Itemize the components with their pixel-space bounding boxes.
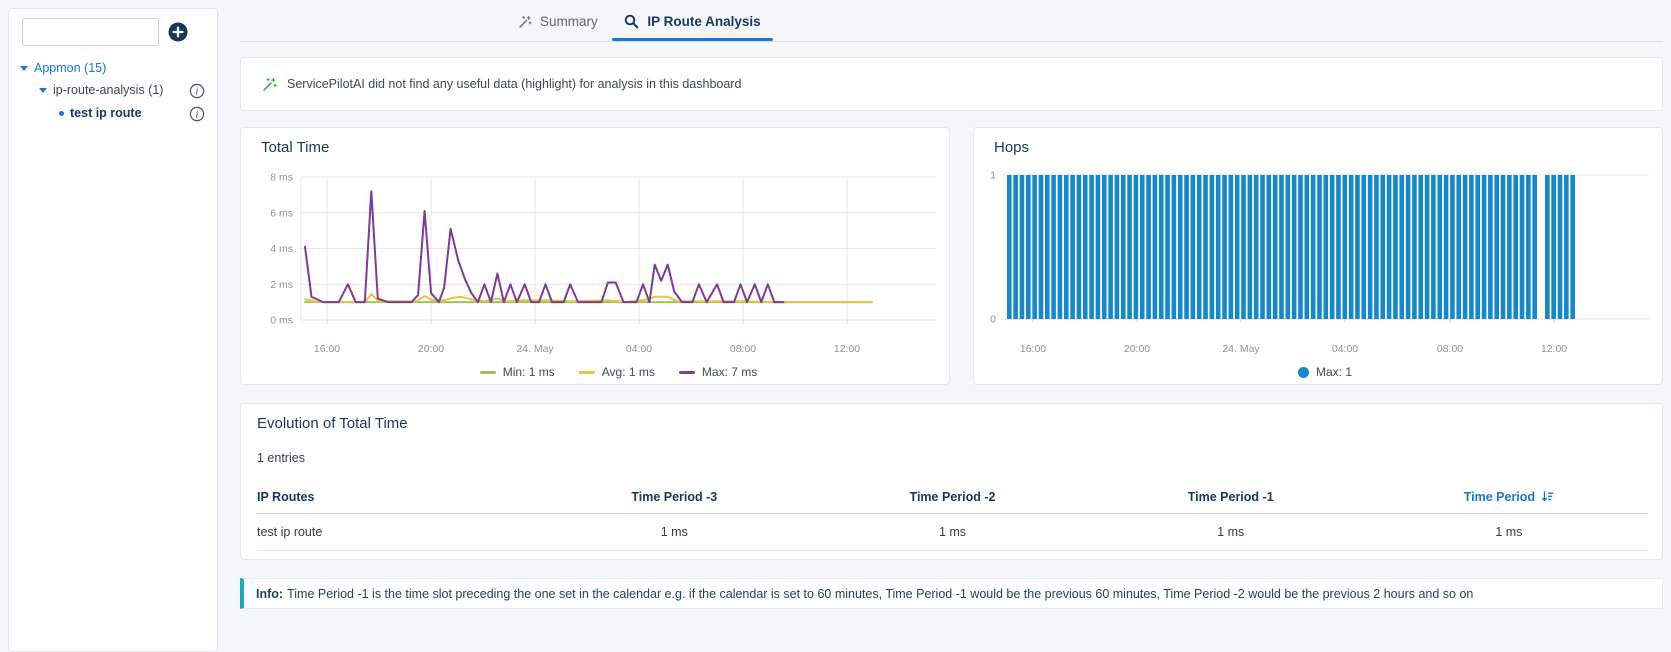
legend-swatch-icon [479,370,496,374]
info-bar-label: Info: [256,586,284,601]
svg-text:1: 1 [990,170,996,182]
row-value: 1 ms [1217,524,1245,539]
hops-chart: 1 0 16:00 20:00 24. May 04:00 08:00 12:00 [990,170,1649,355]
hops-card: 1 0 16:00 20:00 24. May 04:00 08:00 12:00 Hops … [973,127,1663,385]
table-header-row: IP Routes Time Period -3 Time Period -2 Tim… [257,480,1648,514]
sorted-column-label[interactable]: Time Period [1464,490,1535,504]
info-bar: Info: Time Period -1 is the time slot pr… [240,578,1663,609]
wand-icon [519,15,532,28]
svg-text:4 ms: 4 ms [270,243,293,255]
row-value: 1 ms [938,524,967,539]
tree-root-label[interactable]: Appmon (15) [34,61,106,75]
column-header-time-period-1[interactable]: Time Period -1 [1092,490,1370,504]
legend-item-min[interactable]: Min: 1 ms [479,365,555,379]
total-time-card: 8 ms 6 ms 4 ms 2 ms 0 ms 16:00 20:00 24. May 04:… [240,127,950,385]
svg-text:12:00: 12:00 [1541,343,1567,355]
tab-summary-label[interactable]: Summary [540,14,598,29]
caret-down-icon[interactable] [20,65,28,71]
legend-label[interactable]: Avg: 1 ms [602,365,655,379]
tree-leaf-label[interactable]: test ip route [70,106,142,120]
svg-text:2 ms: 2 ms [270,279,293,291]
active-tab-underline [612,38,773,41]
hops-title: Hops [994,139,1030,156]
ai-banner-text: ServicePilotAI did not find any useful d… [287,77,742,91]
table-row: test ip route 1 ms 1 ms 1 ms 1 ms [257,513,1648,551]
svg-text:20:00: 20:00 [1124,343,1150,355]
tree-group-label[interactable]: ip-route-analysis (1) [53,83,163,97]
legend-item-max[interactable]: Max: 1 [1297,365,1352,379]
sidebar-item-appmon[interactable]: Appmon (15) [20,61,106,75]
caret-down-icon[interactable] [39,87,47,93]
legend-item-max[interactable]: Max: 7 ms [678,365,757,379]
dashboard: Appmon (15) ip-route-analysis (1) i test… [0,0,1671,652]
svg-text:i: i [195,86,198,97]
total-time-legend: Min: 1 ms Avg: 1 ms Max: 7 ms [301,365,936,379]
svg-text:24. May: 24. May [1222,343,1260,355]
main-content: Summary IP Route Analysis ServicePilotAI… [240,0,1663,652]
svg-text:08:00: 08:00 [1437,343,1463,355]
total-time-chart: 8 ms 6 ms 4 ms 2 ms 0 ms 16:00 20:00 24. May 04:… [270,172,936,355]
total-time-title: Total Time [261,139,330,156]
evolution-table-card: Evolution of Total Time 1 entries IP Rou… [240,403,1663,560]
legend-label[interactable]: Max: 1 [1316,365,1352,379]
tab-ip-route-analysis-label[interactable]: IP Route Analysis [647,14,760,29]
sidebar: Appmon (15) ip-route-analysis (1) i test… [8,8,218,652]
svg-text:04:00: 04:00 [1332,343,1358,355]
sort-desc-icon [1541,491,1554,502]
svg-text:i: i [195,109,198,120]
svg-text:0: 0 [990,314,996,326]
legend-item-avg[interactable]: Avg: 1 ms [578,365,655,379]
add-button[interactable] [167,21,189,43]
svg-text:08:00: 08:00 [730,343,756,355]
tab-summary[interactable]: Summary [502,5,614,38]
tabbar-divider [240,41,1663,42]
legend-swatch-icon [578,370,595,374]
sidebar-item-ip-route-analysis[interactable]: ip-route-analysis (1) [39,83,163,97]
svg-text:16:00: 16:00 [314,343,340,355]
svg-text:0 ms: 0 ms [270,315,293,327]
svg-text:24. May: 24. May [516,343,554,355]
legend-swatch-icon [678,370,695,374]
legend-label[interactable]: Max: 7 ms [702,365,757,379]
row-value: 1 ms [660,524,688,539]
plus-circle-icon [168,22,188,42]
wand-sparkles-icon [263,77,277,91]
bullet-icon [59,110,64,116]
column-header-ip-routes[interactable]: IP Routes [257,490,535,504]
svg-text:12:00: 12:00 [834,343,860,355]
search-icon [625,14,639,29]
svg-text:16:00: 16:00 [1020,343,1046,355]
entries-count: 1 entries [257,451,305,465]
row-value: 1 ms [1495,524,1523,539]
svg-text:04:00: 04:00 [626,343,652,355]
legend-dot-icon [1297,366,1309,378]
sidebar-item-test-ip-route[interactable]: test ip route [59,106,142,120]
ai-banner: ServicePilotAI did not find any useful d… [240,57,1663,111]
svg-text:6 ms: 6 ms [270,207,293,219]
evolution-table-title: Evolution of Total Time [257,415,408,432]
svg-text:20:00: 20:00 [418,343,444,355]
legend-label[interactable]: Min: 1 ms [503,365,555,379]
column-header-time-period-2[interactable]: Time Period -2 [813,490,1091,504]
info-circle-icon[interactable]: i [189,83,205,99]
row-ip-route-name: test ip route [257,524,323,539]
hops-legend: Max: 1 [1001,365,1649,379]
info-bar-text: Time Period -1 is the time slot precedin… [287,586,1474,601]
info-circle-icon[interactable]: i [189,106,205,122]
column-header-time-period-3[interactable]: Time Period -3 [535,490,813,504]
tab-ip-route-analysis[interactable]: IP Route Analysis [612,5,773,38]
svg-text:8 ms: 8 ms [270,172,293,184]
search-input[interactable] [22,18,159,46]
column-header-time-period[interactable]: Time Period [1370,490,1648,504]
